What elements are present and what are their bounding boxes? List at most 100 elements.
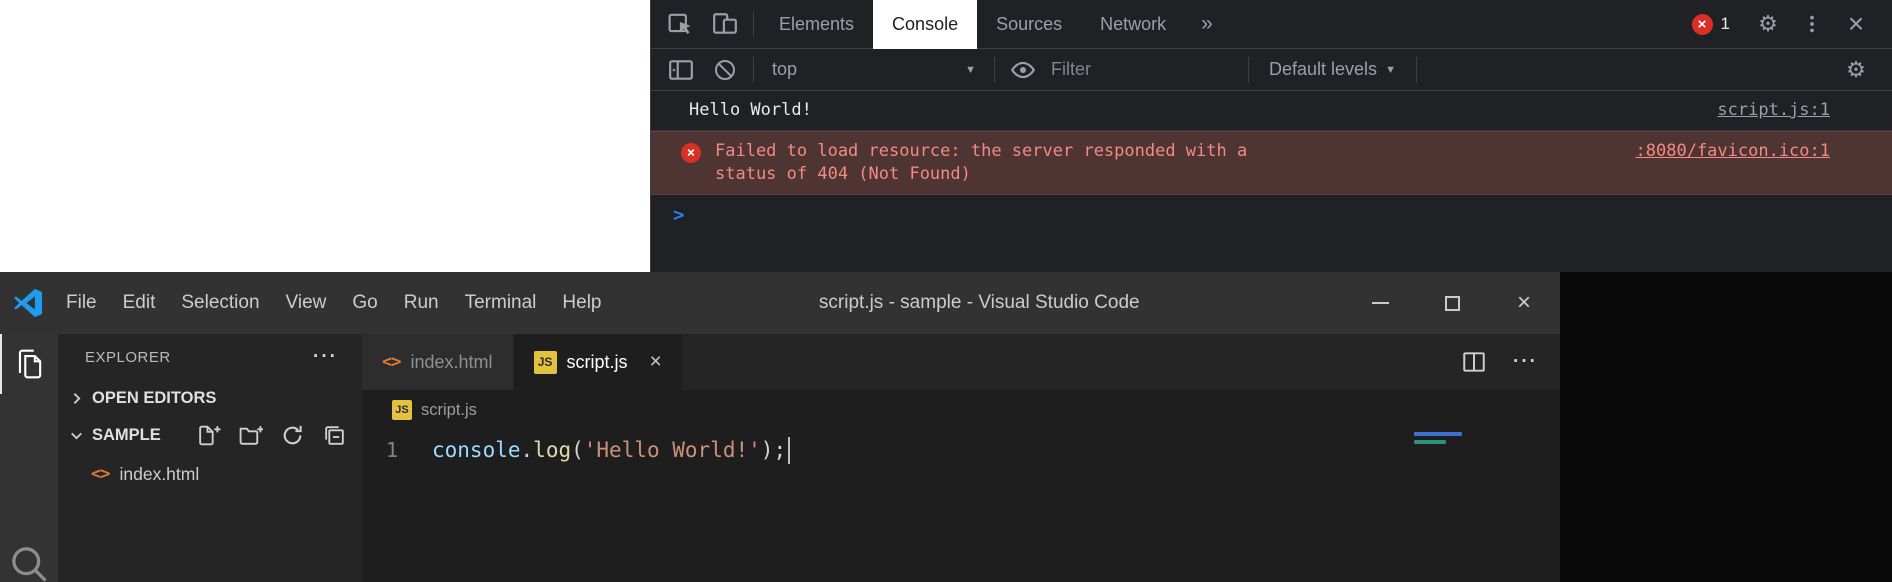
divider [753,57,754,83]
more-tabs-icon[interactable]: » [1185,0,1229,49]
html-file-icon: <> [91,464,109,484]
error-badge-icon: × [1692,14,1713,35]
chevron-down-icon: ▼ [1385,64,1396,76]
menu-terminal[interactable]: Terminal [452,292,550,314]
context-selector-value: top [772,59,957,80]
kebab-menu-icon[interactable] [1790,6,1834,42]
code-line: 1 console.log('Hello World!'); [362,430,1560,470]
explorer-sidebar: EXPLORER ··· OPEN EDITORS SAMPLE [58,334,362,582]
minimap-mark [1414,432,1462,436]
code-editor[interactable]: 1 console.log('Hello World!'); [362,430,1560,582]
new-folder-icon[interactable] [238,423,263,448]
filter-input[interactable] [1051,59,1236,80]
text-cursor [788,437,790,464]
minimize-button[interactable] [1344,272,1416,334]
window-title: script.js - sample - Visual Studio Code [615,292,1345,314]
eye-icon[interactable] [1001,52,1045,88]
tab-console[interactable]: Console [873,0,977,49]
error-badge[interactable]: × 1 [1692,14,1730,35]
editor-group: <> index.html JS script.js × ··· [362,334,1560,582]
error-source-link[interactable]: :8080/favicon.ico:1 [1636,140,1830,163]
minimap[interactable] [1414,432,1462,444]
console-output: Hello World! script.js:1 × Failed to loa… [651,91,1892,272]
js-file-icon: JS [534,351,557,374]
window-controls: × [1344,272,1560,334]
vscode-logo-icon [13,288,43,318]
menu-view[interactable]: View [273,292,340,314]
close-devtools-icon[interactable]: × [1834,6,1878,42]
code-token: log [533,438,571,462]
divider [1248,57,1249,83]
sample-section[interactable]: SAMPLE [58,417,362,454]
divider [753,11,754,37]
console-error-row: × Failed to load resource: the server re… [651,131,1892,195]
menu-go[interactable]: Go [339,292,390,314]
open-editors-section[interactable]: OPEN EDITORS [58,380,362,417]
code-token: . [521,438,534,462]
chevron-right-icon [68,390,85,407]
context-selector-dropdown[interactable]: top ▼ [760,59,988,80]
devtools-panel: Elements Console Sources Network » × 1 ⚙… [650,0,1892,272]
log-message: Hello World! [689,99,1717,122]
code-token: ) [761,438,774,462]
log-levels-value: Default levels [1269,59,1377,80]
browser-window: Elements Console Sources Network » × 1 ⚙… [0,0,1892,272]
divider [994,57,995,83]
screen: Elements Console Sources Network » × 1 ⚙… [0,0,1892,582]
error-message: Failed to load resource: the server resp… [715,140,1275,186]
menu-edit[interactable]: Edit [110,292,169,314]
breadcrumb[interactable]: JS script.js [362,390,1560,430]
minimap-mark [1414,440,1446,444]
html-file-icon: <> [382,352,400,372]
prompt-chevron-icon: > [673,204,684,226]
tab-script-js[interactable]: JS script.js × [514,334,683,390]
menu-help[interactable]: Help [549,292,614,314]
console-prompt[interactable]: > [651,195,1892,226]
maximize-button[interactable] [1416,272,1488,334]
menubar: File Edit Selection View Go Run Terminal… [53,292,615,314]
divider [1416,57,1417,83]
explorer-actions-icon[interactable]: ··· [313,346,338,368]
tab-sources[interactable]: Sources [977,0,1081,49]
console-sidebar-icon[interactable] [659,52,703,88]
log-source-link[interactable]: script.js:1 [1717,99,1830,122]
vscode-main: EXPLORER ··· OPEN EDITORS SAMPLE [0,334,1560,582]
devtools-tab-bar: Elements Console Sources Network » × 1 ⚙… [651,0,1892,49]
vscode-titlebar: File Edit Selection View Go Run Terminal… [0,272,1560,334]
explorer-icon[interactable] [0,334,58,394]
tab-label: script.js [567,352,628,373]
menu-selection[interactable]: Selection [168,292,272,314]
file-index-html[interactable]: <> index.html [58,454,362,494]
log-levels-dropdown[interactable]: Default levels ▼ [1255,59,1410,80]
maximize-icon [1445,296,1460,311]
editor-tabs: <> index.html JS script.js × ··· [362,334,1560,390]
line-number: 1 [362,438,432,462]
new-file-icon[interactable] [196,423,221,448]
menu-run[interactable]: Run [391,292,452,314]
settings-gear-icon[interactable]: ⚙ [1746,6,1790,42]
collapse-all-icon[interactable] [322,423,347,448]
console-settings-gear-icon[interactable]: ⚙ [1834,52,1878,88]
tab-elements[interactable]: Elements [760,0,873,49]
code-token: 'Hello World!' [584,438,761,462]
error-badge-count: 1 [1721,14,1730,34]
refresh-icon[interactable] [280,423,305,448]
tab-index-html[interactable]: <> index.html [362,334,514,390]
search-icon[interactable] [0,542,58,582]
minimize-icon [1372,302,1389,304]
device-toolbar-icon[interactable] [703,6,747,42]
editor-more-actions-icon[interactable]: ··· [1513,351,1538,373]
chevron-down-icon: ▼ [965,64,976,76]
sidebar-header: EXPLORER ··· [58,334,362,380]
clear-console-icon[interactable] [703,52,747,88]
sidebar-title: EXPLORER [85,349,313,366]
split-editor-icon[interactable] [1461,349,1487,375]
vscode-window: File Edit Selection View Go Run Terminal… [0,272,1560,582]
inspect-element-icon[interactable] [659,6,703,42]
activity-bar [0,334,58,582]
close-button[interactable]: × [1488,272,1560,334]
tab-network[interactable]: Network [1081,0,1185,49]
close-tab-icon[interactable]: × [650,350,662,374]
menu-file[interactable]: File [53,292,110,314]
breadcrumb-file: script.js [421,401,477,420]
